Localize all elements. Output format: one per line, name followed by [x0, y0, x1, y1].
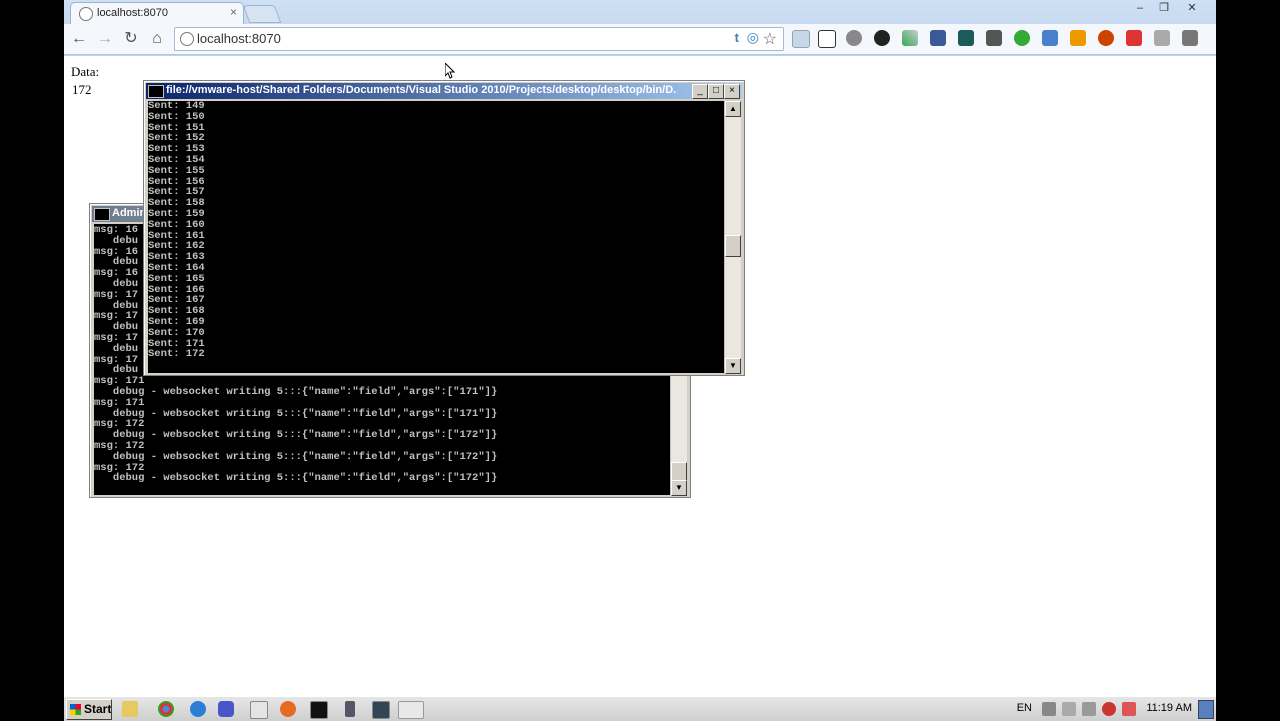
facebook-ext-icon[interactable]	[930, 30, 946, 46]
console-output: Sent: 149 Sent: 150 Sent: 151 Sent: 152 …	[148, 101, 724, 373]
clock: 11:19 AM	[1146, 702, 1192, 714]
network-icon[interactable]	[1082, 702, 1096, 716]
twitter-ext-icon[interactable]: t	[735, 30, 739, 45]
console-icon	[94, 208, 110, 221]
data-value: 172	[72, 82, 92, 97]
back-icon[interactable]: ←	[68, 28, 90, 50]
forward-icon[interactable]: →	[94, 28, 116, 50]
system-tray: EN 11:19 AM	[916, 697, 1216, 721]
translate-ext-icon[interactable]	[1042, 30, 1058, 46]
console-titlebar[interactable]: file://vmware-host/Shared Folders/Docume…	[146, 83, 742, 99]
settings-ext-icon[interactable]	[846, 30, 862, 46]
language-indicator[interactable]: EN	[1017, 702, 1032, 714]
chrome-icon[interactable]	[158, 701, 174, 717]
mouse-cursor-icon	[445, 63, 455, 79]
bird-ext-icon[interactable]	[986, 30, 1002, 46]
tab-favicon-icon	[79, 7, 93, 21]
printer-ext-icon[interactable]	[1154, 30, 1170, 46]
browser-toolbar: ← → ↻ ⌂ localhost:8070 t ◎ ☆	[64, 24, 1216, 55]
browser-frame: localhost:8070 × – ❐ ✕ ← → ↻ ⌂ localhost…	[64, 0, 1216, 56]
gear-icon[interactable]	[874, 30, 890, 46]
scroll-thumb[interactable]	[725, 235, 741, 257]
security-icon[interactable]	[1122, 702, 1136, 716]
browser-tab[interactable]: localhost:8070 ×	[70, 2, 244, 25]
tab-close-icon[interactable]: ×	[230, 5, 237, 19]
maximize-button[interactable]: □	[708, 84, 724, 99]
usb-icon[interactable]	[345, 701, 355, 717]
window-ext-icon[interactable]	[792, 30, 810, 48]
cmd-icon[interactable]	[310, 701, 328, 719]
dark-ext-icon[interactable]	[958, 30, 974, 46]
console-icon	[148, 85, 164, 98]
close-button[interactable]: ×	[724, 84, 740, 99]
bookmark-star-icon[interactable]: ☆	[763, 29, 777, 49]
close-window-button[interactable]: ✕	[1180, 0, 1204, 16]
gmail-ext-icon[interactable]	[1126, 30, 1142, 46]
new-tab-button[interactable]	[242, 5, 282, 23]
console-line: debug - websocket writing 5:::{"name":"f…	[94, 385, 498, 398]
amazon-ext-icon[interactable]	[1070, 30, 1086, 46]
reload-icon[interactable]: ↻	[120, 28, 142, 50]
tab-title: localhost:8070	[97, 7, 168, 19]
taskbar: Start EN 11:19 AM	[64, 696, 1216, 721]
save-icon[interactable]	[372, 701, 390, 719]
wrench-icon[interactable]	[1182, 30, 1198, 46]
windows-logo-icon	[70, 704, 81, 715]
console-line: debug - websocket writing 5:::{"name":"f…	[94, 407, 498, 420]
console-title: Admin	[112, 207, 147, 219]
window-icon[interactable]	[250, 701, 268, 719]
url-text[interactable]: localhost:8070	[197, 31, 281, 46]
show-desktop-icon[interactable]	[1198, 700, 1214, 719]
active-window-icon[interactable]	[398, 701, 424, 719]
console-scrollbar[interactable]: ▲ ▼	[724, 101, 741, 374]
globe-icon	[180, 32, 194, 46]
data-label: Data:	[71, 64, 100, 79]
tray-arrow-icon[interactable]	[1042, 702, 1056, 716]
console-line: Sent: 172	[148, 348, 205, 361]
console-log: Sent: 149 Sent: 150 Sent: 151 Sent: 152 …	[148, 101, 724, 360]
vmware-icon[interactable]	[218, 701, 234, 717]
volume-icon[interactable]	[1062, 702, 1076, 716]
start-button[interactable]: Start	[66, 699, 112, 720]
firefox-icon[interactable]	[280, 701, 296, 717]
console-line: debug - websocket writing 5:::{"name":"f…	[94, 429, 498, 442]
feed-ext-icon[interactable]: ◎	[747, 29, 759, 46]
ie-icon[interactable]	[190, 701, 206, 717]
scroll-up-icon[interactable]: ▲	[725, 101, 741, 117]
folder-icon[interactable]	[122, 701, 138, 717]
minimize-button[interactable]: –	[1128, 0, 1152, 16]
console-title: file://vmware-host/Shared Folders/Docume…	[166, 84, 676, 96]
eyedropper-ext-icon[interactable]	[902, 30, 918, 46]
chrome-tray-icon[interactable]	[1102, 702, 1116, 716]
start-label: Start	[84, 702, 112, 716]
evernote-ext-icon[interactable]	[1014, 30, 1030, 46]
console-line: debug - websocket writing 5:::{"name":"f…	[94, 450, 498, 463]
address-bar[interactable]: localhost:8070 t ◎ ☆	[174, 27, 784, 51]
scroll-down-icon[interactable]: ▼	[671, 480, 687, 496]
chrome-ext-icon[interactable]	[1098, 30, 1114, 46]
minimize-button[interactable]: _	[692, 84, 708, 99]
console-line: debug - websocket writing 5:::{"name":"f…	[94, 472, 498, 485]
desktop-screen: localhost:8070 × – ❐ ✕ ← → ↻ ⌂ localhost…	[64, 0, 1216, 720]
keyboard-ext-icon[interactable]	[818, 30, 836, 48]
desktop-app-console-window[interactable]: file://vmware-host/Shared Folders/Docume…	[143, 80, 745, 376]
maximize-button[interactable]: ❐	[1152, 0, 1176, 16]
scroll-down-icon[interactable]: ▼	[725, 358, 741, 374]
home-icon[interactable]: ⌂	[146, 28, 168, 50]
